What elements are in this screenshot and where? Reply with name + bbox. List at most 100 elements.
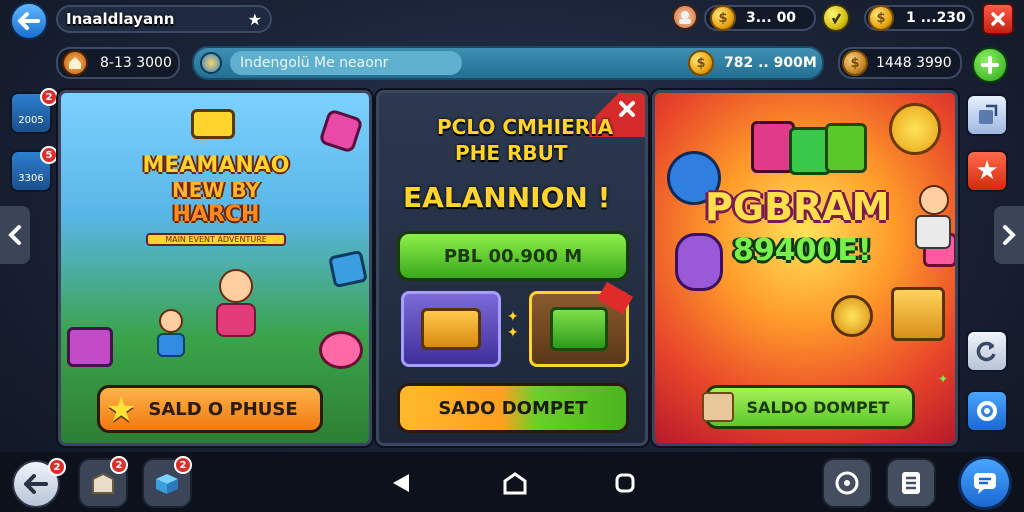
- nav-back-button[interactable]: [378, 460, 424, 506]
- left-title-block: MEAMANAO NEW BY HARCH MAIN EVENT ADVENTU…: [101, 153, 331, 246]
- gold-value: 1 ...230: [906, 10, 966, 26]
- favorite-button[interactable]: ★: [966, 150, 1008, 192]
- gold-chest: [891, 287, 945, 341]
- nav-home-button[interactable]: [492, 460, 538, 506]
- center-price-button[interactable]: PBL 00.900 M: [397, 231, 629, 281]
- inbox-button[interactable]: 2: [78, 456, 128, 508]
- house-icon: [62, 50, 88, 76]
- notice-field: Indengolü Me neaonr: [230, 51, 462, 75]
- chevron-right-icon: [1003, 225, 1016, 245]
- notice-text: Indengolü Me neaonr: [240, 55, 389, 71]
- reward-box-2[interactable]: [529, 281, 633, 367]
- left-item-label: 2005: [18, 114, 44, 126]
- green-chest-icon: [550, 307, 608, 351]
- help-icon: [835, 471, 859, 495]
- left-title-2: NEW BY: [171, 178, 261, 202]
- coins-counter: $ 3... 00: [704, 5, 816, 31]
- notification-badge: 2: [110, 456, 128, 474]
- left-title-1: MEAMANAO: [142, 153, 290, 178]
- right-cta-label: SALDO DOMPET: [746, 397, 890, 417]
- notification-badge: 2: [48, 458, 66, 476]
- left-subtitle: MAIN EVENT ADVENTURE: [146, 233, 286, 246]
- character-boy: [155, 309, 187, 359]
- close-icon: [619, 101, 635, 117]
- help-button[interactable]: [822, 458, 872, 508]
- center-heading-1: PCLO CMHIERIA: [437, 115, 614, 139]
- settings-button[interactable]: [966, 390, 1008, 432]
- add-button[interactable]: [972, 47, 1008, 83]
- inbox-icon: [92, 472, 114, 494]
- prev-arrow-button[interactable]: [0, 206, 30, 264]
- gold-coin-1: [831, 295, 873, 337]
- event-panel-left[interactable]: MEAMANAO NEW BY HARCH MAIN EVENT ADVENTU…: [58, 90, 372, 446]
- chevron-left-icon: [8, 225, 21, 245]
- cube-lime: [825, 123, 867, 173]
- avatar-icon: [679, 11, 691, 24]
- home-value: 8-13 3000: [100, 55, 172, 71]
- shop-button[interactable]: 2: [142, 456, 192, 508]
- recents-icon: [615, 473, 635, 493]
- star-icon: ★: [106, 390, 137, 430]
- share-icon: [979, 104, 998, 124]
- right-cta-button[interactable]: SALDO DOMPET: [702, 385, 915, 429]
- bottom-back-button[interactable]: 2: [12, 458, 66, 508]
- left-item-label: 3306: [18, 172, 44, 184]
- gift-icon: [328, 249, 368, 289]
- refresh-button[interactable]: [966, 330, 1008, 372]
- info-icon: [200, 52, 222, 74]
- tag-icon: [191, 109, 235, 139]
- left-item-badge: 5: [40, 146, 58, 164]
- gem-icon: [831, 13, 842, 25]
- sparkle-icon: ✦: [938, 372, 949, 386]
- left-cta-button[interactable]: ★ SALD O PHUSE: [97, 385, 323, 433]
- star-icon[interactable]: ★: [248, 10, 262, 29]
- home-counter: 8-13 3000: [56, 47, 180, 79]
- refresh-icon: [976, 341, 996, 362]
- star-icon: ★: [975, 156, 999, 186]
- close-button[interactable]: [982, 3, 1014, 35]
- coin-icon: $: [688, 50, 714, 76]
- nav-recents-button[interactable]: [602, 460, 648, 506]
- plus-icon: [981, 56, 999, 74]
- center-reward-button[interactable]: SADO DOMPET: [397, 383, 629, 433]
- purse-value: 1448 3990: [876, 55, 952, 71]
- back-arrow-icon: [24, 474, 48, 494]
- notice-bar[interactable]: Indengolü Me neaonr $ 782 .. 900M: [192, 46, 824, 80]
- plus-separator: ✦ ✦: [507, 309, 519, 341]
- coin-smile: [889, 103, 941, 155]
- page-title: Inaaldlayann: [66, 10, 175, 28]
- share-button[interactable]: [966, 94, 1008, 136]
- left-item-badge: 2: [40, 88, 58, 106]
- avatar[interactable]: [672, 4, 698, 30]
- coin-icon: $: [710, 5, 736, 31]
- home-icon: [503, 472, 527, 495]
- close-icon: [991, 12, 1005, 26]
- back-button[interactable]: [10, 2, 48, 40]
- character-girl: [213, 269, 259, 341]
- list-button[interactable]: [886, 458, 936, 508]
- gold-coin-icon: $: [868, 5, 894, 31]
- chat-button[interactable]: [958, 456, 1012, 510]
- gem-button[interactable]: [822, 4, 850, 32]
- title-bar: Inaaldlayann ★: [56, 5, 272, 33]
- notification-badge: 2: [174, 456, 192, 474]
- reward-box-1[interactable]: [401, 291, 501, 367]
- box-icon: [156, 474, 178, 494]
- next-arrow-button[interactable]: [994, 206, 1024, 264]
- list-icon: [902, 472, 920, 494]
- right-title: PGBRAM: [705, 185, 890, 229]
- right-subtitle: 89400E!: [733, 233, 872, 268]
- back-triangle-icon: [393, 474, 409, 492]
- settings-icon: [977, 401, 997, 421]
- game-screen: { "topbar": { "title": "Inaaldlayann", "…: [0, 0, 1024, 512]
- left-item-1[interactable]: 2005 2: [10, 88, 58, 134]
- gold-counter: $ 1 ...230: [864, 5, 974, 31]
- center-price-label: PBL 00.900 M: [443, 245, 583, 267]
- purple-character: [675, 233, 723, 291]
- event-panel-right[interactable]: PGBRAM 89400E! SALDO DOMPET: [652, 90, 958, 446]
- left-item-2[interactable]: 3306 5: [10, 146, 58, 192]
- back-arrow-icon: [18, 12, 40, 30]
- boy-character: [915, 185, 955, 255]
- event-panel-center[interactable]: PCLO CMHIERIA PHE RBUT EALANNION ! PBL 0…: [376, 90, 648, 446]
- cube-icon: [318, 108, 364, 154]
